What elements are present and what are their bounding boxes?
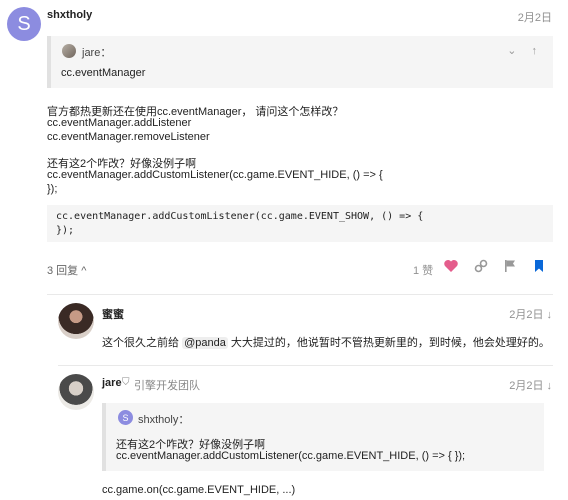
- quote-expand-icons[interactable]: ⌄ ↑: [507, 44, 543, 57]
- link-icon[interactable]: [473, 258, 489, 274]
- post-date[interactable]: 2月2日: [518, 9, 552, 25]
- code-block: cc.eventManager.addCustomListener(cc.gam…: [47, 205, 553, 242]
- quote-author-name[interactable]: shxtholy：: [138, 411, 189, 427]
- flag-icon[interactable]: [502, 258, 518, 274]
- reply-date[interactable]: 2月2日 ↓: [509, 306, 552, 322]
- reply-avatar[interactable]: [58, 374, 94, 410]
- reply-text: cc.game.on(cc.game.EVENT_HIDE, ...): [102, 484, 296, 496]
- heart-icon[interactable]: [443, 258, 459, 274]
- reply-avatar[interactable]: [58, 303, 94, 339]
- code-line: cc.eventManager.addCustomListener(cc.gam…: [56, 211, 424, 222]
- user-avatar[interactable]: S: [7, 7, 41, 41]
- mention-link[interactable]: @panda: [182, 337, 228, 349]
- quote-author-name[interactable]: jare：: [82, 44, 111, 60]
- group-badge[interactable]: 引擎开发团队: [134, 377, 200, 393]
- reply-author-name[interactable]: 蜜蜜: [102, 306, 124, 322]
- reply-author-name[interactable]: jare: [102, 377, 122, 389]
- reply-date[interactable]: 2月2日 ↓: [509, 377, 552, 393]
- quote-block: jare： ⌄ ↑ cc.eventManager: [47, 36, 553, 88]
- post-author-name[interactable]: shxtholy: [47, 9, 92, 21]
- likes-count[interactable]: 1 赞: [413, 262, 433, 278]
- bookmark-icon[interactable]: [531, 258, 547, 274]
- quote-line: cc.eventManager.addCustomListener(cc.gam…: [116, 450, 466, 462]
- reply-text-start: 这个很久之前给: [102, 337, 183, 349]
- code-line: });: [56, 225, 75, 236]
- quote-avatar: S: [118, 410, 133, 425]
- reply-text: 这个很久之前给 @panda 大大提过的，他说暂时不管热更新里的，到时候，他会处…: [102, 334, 550, 350]
- quote-block: S shxtholy： 还有这2个咋改？好像没例子啊 cc.eventManag…: [102, 403, 544, 471]
- quote-avatar: [62, 44, 76, 58]
- post-body-line: });: [47, 183, 58, 195]
- reply-divider: [58, 365, 553, 366]
- reply-divider: [47, 294, 553, 295]
- post-body-line: cc.eventManager.removeListener: [47, 131, 210, 143]
- replies-toggle-button[interactable]: 3 回复 ^: [47, 262, 86, 278]
- quote-text: cc.eventManager: [61, 67, 146, 79]
- shield-icon: ⛉: [122, 377, 130, 388]
- post-body-line: cc.eventManager.addCustomListener(cc.gam…: [47, 169, 383, 181]
- reply-text-end: 大大提过的，他说暂时不管热更新里的，到时候，他会处理好的。: [227, 337, 550, 349]
- post-body-line: cc.eventManager.addListener: [47, 117, 192, 129]
